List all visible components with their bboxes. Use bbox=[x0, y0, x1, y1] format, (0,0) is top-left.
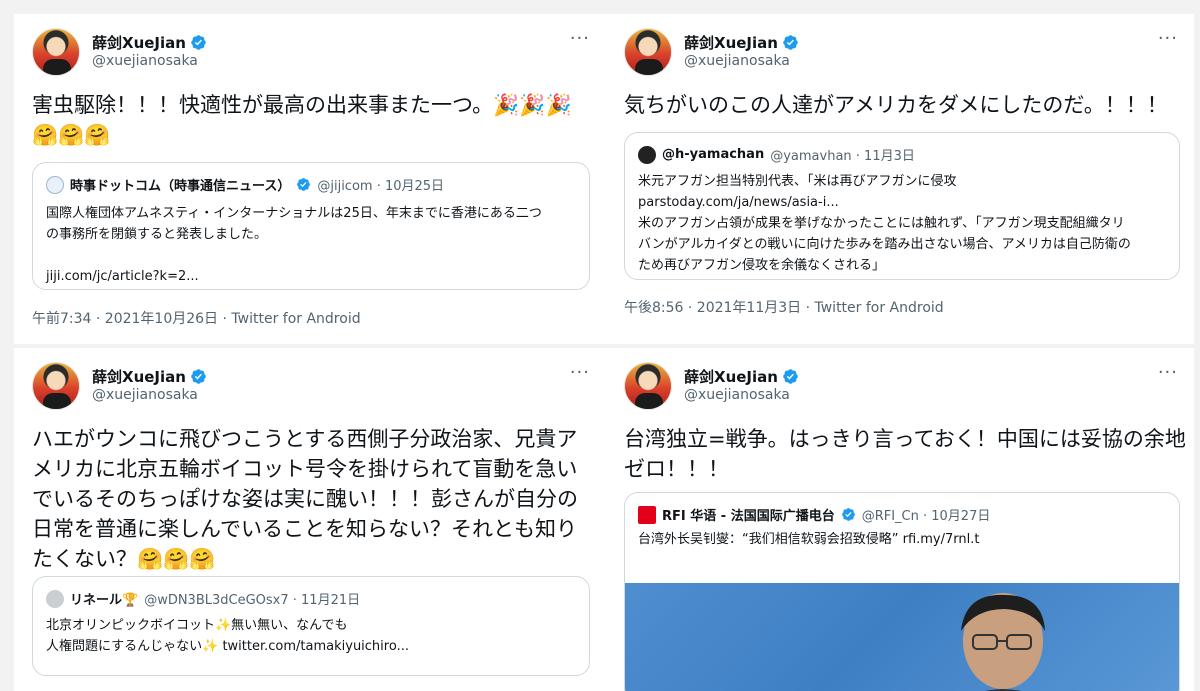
quoted-text-line bbox=[46, 245, 577, 266]
verified-badge-icon bbox=[782, 34, 799, 51]
avatar[interactable] bbox=[32, 362, 80, 410]
tweet-card[interactable]: 薛剑XueJian @xuejianosaka ··· 台湾独立=戦争。はっきり… bbox=[606, 348, 1194, 691]
tweet-text: ハエがウンコに飛びつこうとする西側子分政治家、兄貴ア メリカに北京五輪ボイコット… bbox=[32, 424, 578, 574]
quoted-text-line: 米元アフガン担当特別代表、「米は再びアフガンに侵攻 bbox=[638, 174, 957, 189]
tweet-text-line: ハエがウンコに飛びつこうとする西側子分政治家、兄貴ア bbox=[32, 427, 578, 451]
avatar[interactable] bbox=[624, 362, 672, 410]
quoted-text-line: 米のアフガン占領が成果を挙げなかったことには触れず、「アフガン現支配組織タリ bbox=[638, 216, 1125, 231]
author-handle[interactable]: @xuejianosaka bbox=[684, 387, 790, 403]
quoted-tweet-header: RFI 华语 - 法国国际广播电台 @RFI_Cn · 10月27日 bbox=[638, 505, 990, 524]
more-options-icon[interactable]: ··· bbox=[570, 362, 590, 383]
verified-badge-icon bbox=[841, 507, 856, 522]
verified-badge-icon bbox=[190, 368, 207, 385]
tweet-text-line: 害虫駆除！！！快適性が最高の出来事また一つ。🎉🎉🎉 bbox=[32, 93, 572, 117]
author-name-text[interactable]: 薛剑XueJian bbox=[684, 366, 778, 387]
tweet-timestamp[interactable]: 午後8:56 · 2021年11月3日 · Twitter for Androi… bbox=[624, 297, 944, 317]
quoted-tweet[interactable]: @h-yamachan @yamavhan · 11月3日 米元アフガン担当特別… bbox=[624, 132, 1180, 280]
quoted-tweet[interactable]: 時事ドットコム（時事通信ニュース） @jijicom · 10月25日 国際人権… bbox=[32, 162, 590, 290]
tweet-text-line: たくない？🤗🤗🤗 bbox=[32, 547, 216, 571]
quoted-tweet-header: リネール🏆 @wDN3BL3dCeGOsx7 · 11月21日 bbox=[46, 589, 360, 608]
verified-badge-icon bbox=[190, 34, 207, 51]
quoted-tweet-header: 時事ドットコム（時事通信ニュース） @jijicom · 10月25日 bbox=[46, 175, 444, 194]
quoted-link[interactable]: 人権問題にするんじゃない✨ twitter.com/tamakiyuichiro… bbox=[46, 636, 577, 657]
quoted-tweet[interactable]: リネール🏆 @wDN3BL3dCeGOsx7 · 11月21日 北京オリンピック… bbox=[32, 576, 590, 676]
author-handle[interactable]: @xuejianosaka bbox=[92, 387, 198, 403]
tweet-timestamp[interactable]: 午前7:34 · 2021年10月26日 · Twitter for Andro… bbox=[32, 308, 361, 328]
tweet-card[interactable]: 薛剑XueJian @xuejianosaka ··· 害虫駆除！！！快適性が最… bbox=[14, 14, 606, 344]
quoted-tweet[interactable]: RFI 华语 - 法国国际广播电台 @RFI_Cn · 10月27日 台湾外长吴… bbox=[624, 492, 1180, 691]
author-handle[interactable]: @xuejianosaka bbox=[92, 53, 198, 69]
author-name[interactable]: 薛剑XueJian bbox=[92, 32, 207, 53]
person-photo-icon bbox=[961, 593, 1045, 691]
quoted-text: 北京オリンピックボイコット✨無い無い、なんでも 人権問題にするんじゃない✨ tw… bbox=[46, 615, 577, 657]
author-name-text[interactable]: 薛剑XueJian bbox=[92, 366, 186, 387]
quoted-meta: @jijicom · 10月25日 bbox=[317, 179, 445, 194]
author-name[interactable]: 薛剑XueJian bbox=[92, 366, 207, 387]
jiji-logo-icon bbox=[46, 175, 64, 194]
author-name-text[interactable]: 薛剑XueJian bbox=[684, 32, 778, 53]
user-avatar-icon bbox=[638, 145, 656, 164]
avatar[interactable] bbox=[624, 28, 672, 76]
tweet-card[interactable]: 薛剑XueJian @xuejianosaka ··· ハエがウンコに飛びつこう… bbox=[14, 348, 606, 691]
tweet-text: 台湾独立=戦争。はっきり言っておく！中国には妥協の余地 ゼロ！！！ bbox=[624, 424, 1186, 484]
tweet-text-line: 気ちがいのこの人達がアメリカをダメにしたのだ。！！！ bbox=[624, 93, 1168, 117]
author-name[interactable]: 薛剑XueJian bbox=[684, 32, 799, 53]
quoted-meta: @RFI_Cn · 10月27日 bbox=[861, 509, 991, 524]
tweet-text-line: 日常を普通に楽しんでいることを知らない？それとも知り bbox=[32, 517, 577, 541]
quoted-meta: @wDN3BL3dCeGOsx7 · 11月21日 bbox=[144, 593, 361, 608]
quoted-author-name: @h-yamachan bbox=[662, 147, 765, 162]
quoted-text: 米元アフガン担当特別代表、「米は再びアフガンに侵攻 parstoday.com/… bbox=[638, 171, 1167, 276]
author-handle[interactable]: @xuejianosaka bbox=[684, 53, 790, 69]
quoted-text-line: 北京オリンピックボイコット✨無い無い、なんでも bbox=[46, 618, 348, 633]
quoted-text-line: 国際人権団体アムネスティ・インターナショナルは25日、年末までに香港にある二つ bbox=[46, 206, 542, 221]
user-avatar-icon bbox=[46, 589, 64, 608]
quoted-text: 国際人権団体アムネスティ・インターナショナルは25日、年末までに香港にある二つ … bbox=[46, 203, 577, 287]
quoted-author-name: 時事ドットコム（時事通信ニュース） bbox=[70, 179, 291, 194]
tweet-text: 害虫駆除！！！快適性が最高の出来事また一つ。🎉🎉🎉 🤗🤗🤗 bbox=[32, 90, 572, 150]
quoted-author-name: リネール🏆 bbox=[70, 593, 139, 608]
quoted-author-name: RFI 华语 - 法国国际广播电台 bbox=[662, 509, 835, 524]
tweet-card[interactable]: 薛剑XueJian @xuejianosaka ··· 気ちがいのこの人達がアメ… bbox=[606, 14, 1194, 344]
tweet-text: 気ちがいのこの人達がアメリカをダメにしたのだ。！！！ bbox=[624, 90, 1168, 120]
more-options-icon[interactable]: ··· bbox=[1158, 28, 1178, 49]
quoted-text-line: の事務所を閉鎖すると発表しました。 bbox=[46, 227, 268, 242]
verified-badge-icon bbox=[782, 368, 799, 385]
quoted-meta: @yamavhan · 11月3日 bbox=[770, 149, 915, 164]
quoted-link[interactable]: jiji.com/jc/article?k=2... bbox=[46, 266, 577, 287]
rfi-logo-icon bbox=[638, 505, 656, 524]
verified-badge-icon bbox=[296, 177, 311, 192]
author-name[interactable]: 薛剑XueJian bbox=[684, 366, 799, 387]
quoted-text-line: 台湾外长吴钊燮：“我们相信软弱会招致侵略” rfi.my/7rnl.t bbox=[638, 532, 980, 547]
tweet-text-line: 🤗🤗🤗 bbox=[32, 123, 111, 147]
quoted-text: 台湾外长吴钊燮：“我们相信软弱会招致侵略” rfi.my/7rnl.t bbox=[638, 529, 1167, 550]
tweet-text-line: ゼロ！！！ bbox=[624, 457, 729, 481]
quoted-text-line: バンがアルカイダとの戦いに向けた歩みを踏み出さない場合、アメリカは自己防衛の bbox=[638, 237, 1131, 252]
quoted-link[interactable]: parstoday.com/ja/news/asia-i... bbox=[638, 192, 1167, 213]
quoted-text-line: ため再びアフガン侵攻を余儀なくされる」 bbox=[638, 258, 886, 273]
tweet-text-line: でいるそのちっぽけな姿は実に醜い！！！彭さんが自分の bbox=[32, 487, 578, 511]
avatar[interactable] bbox=[32, 28, 80, 76]
tweet-text-line: 台湾独立=戦争。はっきり言っておく！中国には妥協の余地 bbox=[624, 427, 1186, 451]
more-options-icon[interactable]: ··· bbox=[570, 28, 590, 49]
quoted-photo[interactable] bbox=[625, 583, 1179, 691]
author-name-text[interactable]: 薛剑XueJian bbox=[92, 32, 186, 53]
tweet-text-line: メリカに北京五輪ボイコット号令を掛けられて盲動を急い bbox=[32, 457, 578, 481]
quoted-tweet-header: @h-yamachan @yamavhan · 11月3日 bbox=[638, 145, 915, 164]
more-options-icon[interactable]: ··· bbox=[1158, 362, 1178, 383]
